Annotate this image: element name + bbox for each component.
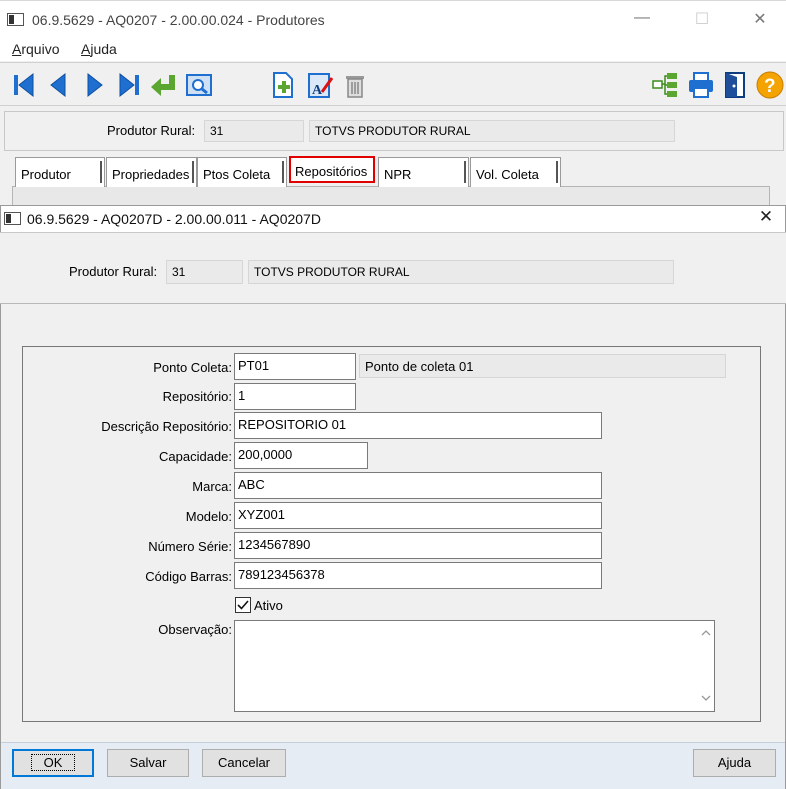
ponto-coleta-description: Ponto de coleta 01 [359,354,726,378]
checkmark-icon [237,600,249,610]
previous-record-icon[interactable] [43,70,73,100]
dialog-close-button[interactable]: ✕ [751,207,781,227]
parent-produtor-panel: Produtor Rural: 31 TOTVS PRODUTOR RURAL [4,111,784,151]
svg-text:?: ? [764,76,776,97]
ativo-label: Ativo [254,598,283,613]
return-icon[interactable] [148,70,178,100]
ok-button[interactable]: OK [12,749,94,777]
print-icon[interactable] [686,70,716,100]
produtor-code-field: 31 [204,120,304,142]
exit-door-icon[interactable] [721,70,751,100]
cancelar-button[interactable]: Cancelar [202,749,286,777]
repositorio-input[interactable]: 1 [234,383,356,410]
numero-serie-label: Número Série: [148,539,232,554]
descricao-repositorio-label: Descrição Repositório: [101,419,232,434]
menu-arquivo[interactable]: Arquivo [12,41,59,57]
dialog-produtor-rural-label: Produtor Rural: [69,264,158,279]
dialog-button-bar: OK Salvar Cancelar Ajuda [1,742,785,789]
menu-ajuda[interactable]: Ajuda [81,41,117,57]
numero-serie-input[interactable]: 1234567890 [234,532,602,559]
codigo-barras-input[interactable]: 789123456378 [234,562,602,589]
salvar-button[interactable]: Salvar [107,749,189,777]
marca-input[interactable]: ABC [234,472,602,499]
parent-title-bar: 06.9.5629 - AQ0207 - 2.00.00.024 - Produ… [0,0,786,38]
minimize-button[interactable]: — [627,9,657,27]
observacao-label: Observação: [158,622,232,637]
hierarchy-icon[interactable] [650,70,680,100]
produtor-name-field: TOTVS PRODUTOR RURAL [309,120,675,142]
ativo-checkbox[interactable] [235,597,251,613]
last-record-icon[interactable] [114,70,144,100]
parent-window: 06.9.5629 - AQ0207 - 2.00.00.024 - Produ… [0,0,786,205]
new-document-icon[interactable] [268,70,298,100]
capacidade-label: Capacidade: [159,449,232,464]
close-button[interactable]: ✕ [745,9,775,29]
next-record-icon[interactable] [80,70,110,100]
menu-arquivo-rest: rquivo [21,41,60,57]
produtor-rural-label: Produtor Rural: [107,123,196,138]
observacao-textarea[interactable] [234,620,715,712]
marca-label: Marca: [192,479,232,494]
tab-repositorios[interactable]: Repositórios [289,156,375,183]
tab-propriedades[interactable]: Propriedades [106,157,197,187]
first-record-icon[interactable] [9,70,39,100]
codigo-barras-label: Código Barras: [145,569,232,584]
search-icon[interactable] [184,70,214,100]
tab-vol-coleta[interactable]: Vol. Coleta [470,157,561,187]
repositorio-dialog: 06.9.5629 - AQ0207D - 2.00.00.011 - AQ02… [0,205,786,789]
menu-bar [0,38,786,61]
descricao-repositorio-input[interactable]: REPOSITORIO 01 [234,412,602,439]
observacao-scrollbar[interactable] [697,621,714,711]
ponto-coleta-input[interactable]: PT01 [234,353,356,380]
ok-button-label: OK [30,754,76,771]
ponto-coleta-label: Ponto Coleta: [153,360,232,375]
tab-produtor[interactable]: Produtor [15,157,105,187]
ajuda-button[interactable]: Ajuda [693,749,776,777]
dialog-title-bar: 06.9.5629 - AQ0207D - 2.00.00.011 - AQ02… [1,206,785,232]
dialog-produtor-name-field: TOTVS PRODUTOR RURAL [248,260,674,284]
help-question-icon[interactable]: ? [755,70,785,100]
repositorio-form-panel: Ponto Coleta: PT01 Ponto de coleta 01 Re… [22,346,761,722]
dialog-produtor-code-field: 31 [166,260,243,284]
menu-ajuda-rest: juda [90,41,117,57]
tab-npr[interactable]: NPR [378,157,469,187]
delete-trash-icon[interactable] [340,70,370,100]
dialog-produtor-panel: Produtor Rural: 31 TOTVS PRODUTOR RURAL [0,232,786,304]
tab-content-area [12,186,770,205]
tab-ptos-coleta[interactable]: Ptos Coleta [197,157,287,187]
maximize-button[interactable]: ☐ [687,9,717,29]
window-icon [7,13,24,26]
parent-window-title: 06.9.5629 - AQ0207 - 2.00.00.024 - Produ… [32,12,325,28]
modelo-input[interactable]: XYZ001 [234,502,602,529]
toolbar: A ? [0,62,786,106]
dialog-window-icon [4,212,21,225]
edit-document-icon[interactable]: A [305,70,335,100]
capacidade-input[interactable]: 200,0000 [234,442,368,469]
repositorio-label: Repositório: [162,389,232,404]
dialog-title: 06.9.5629 - AQ0207D - 2.00.00.011 - AQ02… [27,211,321,227]
scroll-down-icon[interactable] [701,695,711,702]
modelo-label: Modelo: [185,509,232,524]
scroll-up-icon[interactable] [701,629,711,636]
